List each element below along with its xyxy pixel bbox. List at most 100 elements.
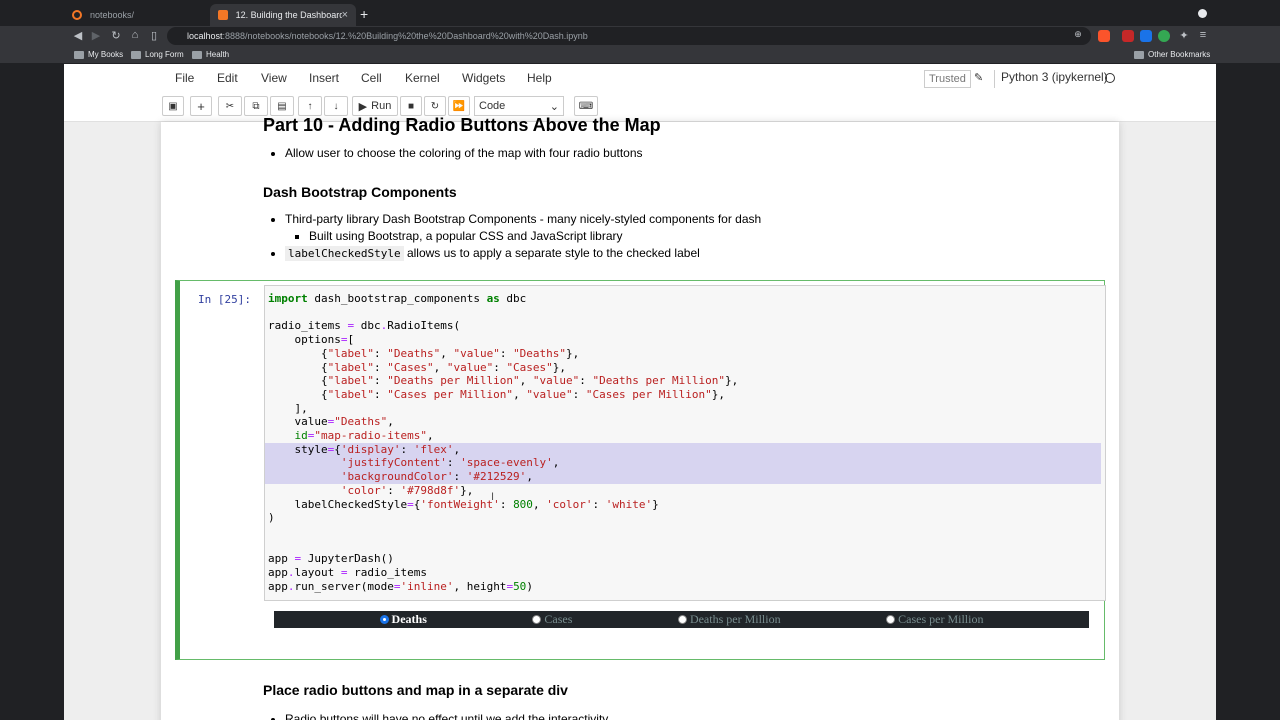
forward-icon[interactable]: ▶ <box>86 29 106 42</box>
bullet-icon <box>271 151 275 156</box>
move-down-button[interactable]: ↓ <box>324 96 348 116</box>
copy-button[interactable]: ⧉ <box>244 96 268 116</box>
radio-cases-per-million[interactable]: Cases per Million <box>886 612 983 627</box>
reload-icon[interactable]: ↻ <box>106 29 126 42</box>
arrow-down-icon: ↓ <box>333 100 339 112</box>
interrupt-button[interactable]: ■ <box>400 96 422 116</box>
bookmark-my-books[interactable]: My Books <box>74 50 123 59</box>
move-up-button[interactable]: ↑ <box>298 96 322 116</box>
url-path: :8888/notebooks/notebooks/12.%20Building… <box>222 31 588 41</box>
menu-kernel[interactable]: Kernel <box>405 71 440 85</box>
restart-icon: ↻ <box>430 100 440 112</box>
tab-title: 12. Building the Dashboard wit <box>235 10 342 20</box>
paste-button[interactable]: ▤ <box>270 96 294 116</box>
radio-label: Cases <box>544 612 573 626</box>
bookmark-long-form[interactable]: Long Form <box>131 50 184 59</box>
radio-label: Deaths <box>391 612 427 626</box>
profile-dot-icon[interactable] <box>1198 9 1207 18</box>
brave-shield-icon[interactable] <box>1098 30 1110 42</box>
close-tab-icon[interactable]: × <box>342 9 348 21</box>
cut-button[interactable]: ✂ <box>218 96 242 116</box>
cell-type-value: Code <box>479 100 506 112</box>
bookmark-icon[interactable]: ▯ <box>144 29 164 42</box>
bookmark-label: Health <box>206 50 230 59</box>
list-item: labelCheckedStyle allows us to apply a s… <box>271 246 700 261</box>
trusted-badge[interactable]: Trusted <box>924 70 971 88</box>
restart-run-all-button[interactable]: ⏩ <box>448 96 470 116</box>
extension-red-icon[interactable] <box>1122 30 1134 42</box>
stop-icon: ■ <box>407 100 415 112</box>
home-icon[interactable]: ⌂ <box>125 29 145 41</box>
notebook-container: Part 10 - Adding Radio Buttons Above the… <box>161 115 1119 720</box>
extension-blue-icon[interactable] <box>1140 30 1152 42</box>
bookmark-label: Long Form <box>145 50 184 59</box>
browser-toolbar: ◀ ▶ ↻ ⌂ ▯ localhost:8888/notebooks/noteb… <box>0 26 1280 46</box>
bullet-text: Third-party library Dash Bootstrap Compo… <box>285 212 762 226</box>
menu-help[interactable]: Help <box>527 71 552 85</box>
bookmark-health[interactable]: Health <box>192 50 229 59</box>
menu-file[interactable]: File <box>175 71 194 85</box>
code-cell[interactable]: In [25]: import dash_bootstrap_component… <box>175 280 1106 660</box>
menu-icon[interactable]: ≡ <box>1193 29 1213 41</box>
address-bar[interactable]: localhost:8888/notebooks/notebooks/12.%2… <box>167 27 1091 45</box>
run-button[interactable]: ▶ Run <box>352 96 398 116</box>
insert-cell-button[interactable]: + <box>190 96 212 116</box>
code-editor[interactable]: import dash_bootstrap_components as dbc … <box>264 285 1106 601</box>
menu-view[interactable]: View <box>261 71 287 85</box>
edit-pencil-icon[interactable]: ✎ <box>974 71 983 84</box>
plus-icon: + <box>197 98 205 114</box>
command-palette-button[interactable]: ⌨ <box>574 96 598 116</box>
arrow-up-icon: ↑ <box>307 100 313 112</box>
zoom-icon[interactable]: ⊕ <box>1068 29 1088 40</box>
radio-unchecked-icon <box>532 615 542 624</box>
dbc-heading: Dash Bootstrap Components <box>263 184 457 200</box>
square-bullet-icon <box>295 234 299 239</box>
list-item: Built using Bootstrap, a popular CSS and… <box>295 229 623 243</box>
extensions-puzzle-icon[interactable]: ✦ <box>1174 29 1194 42</box>
bookmark-other[interactable]: Other Bookmarks <box>1134 50 1210 59</box>
bullet-icon <box>271 251 275 256</box>
back-icon[interactable]: ◀ <box>68 29 88 42</box>
menu-widgets[interactable]: Widgets <box>462 71 505 85</box>
keyboard-icon: ⌨ <box>578 100 594 112</box>
menu-edit[interactable]: Edit <box>217 71 238 85</box>
save-button[interactable]: ▣ <box>162 96 184 116</box>
chevron-down-icon: ⌄ <box>549 101 559 113</box>
bookmark-label: Other Bookmarks <box>1148 50 1211 59</box>
inline-code: labelCheckedStyle <box>285 246 404 261</box>
browser-tab-dashboard[interactable]: 12. Building the Dashboard wit × <box>210 4 356 26</box>
part-heading: Part 10 - Adding Radio Buttons Above the… <box>263 115 661 135</box>
list-item: Radio buttons will have no effect until … <box>271 712 608 720</box>
code-text: import dash_bootstrap_components as dbc … <box>268 292 739 593</box>
jupyter-menubar: File Edit View Insert Cell Kernel Widget… <box>64 64 1216 92</box>
restart-button[interactable]: ↻ <box>424 96 446 116</box>
cell-prompt: In [25]: <box>198 293 251 306</box>
browser-tab-notebooks[interactable]: notebooks/ <box>64 4 210 26</box>
folder-icon <box>1134 50 1144 59</box>
kernel-name[interactable]: Python 3 (ipykernel) <box>994 70 1108 88</box>
extension-green-icon[interactable] <box>1158 30 1170 42</box>
radio-deaths-per-million[interactable]: Deaths per Million <box>677 612 781 627</box>
radio-deaths[interactable]: Deaths <box>379 612 427 627</box>
bullet-text: Radio buttons will have no effect until … <box>285 712 609 720</box>
menu-cell[interactable]: Cell <box>361 71 382 85</box>
jupyter-favicon-icon <box>72 10 82 20</box>
notebook-favicon-icon <box>218 10 228 20</box>
save-icon: ▣ <box>168 100 178 112</box>
bookmarks-bar: My Books Long Form Health Other Bookmark… <box>0 46 1280 64</box>
scissors-icon: ✂ <box>225 100 235 112</box>
folder-icon <box>192 50 202 59</box>
new-tab-icon[interactable]: + <box>360 6 368 22</box>
bookmark-label: My Books <box>88 50 124 59</box>
url-host: localhost <box>187 31 223 41</box>
radio-items-output: Deaths Cases Deaths per Million Cases pe… <box>274 611 1089 628</box>
fast-forward-icon: ⏩ <box>452 100 466 112</box>
radio-cases[interactable]: Cases <box>532 612 572 627</box>
menu-insert[interactable]: Insert <box>309 71 339 85</box>
cell-type-select[interactable]: Code ⌄ <box>474 96 564 116</box>
text-cursor-icon: I <box>491 491 495 503</box>
bullet-text: Built using Bootstrap, a popular CSS and… <box>309 229 623 243</box>
place-heading: Place radio buttons and map in a separat… <box>263 682 568 698</box>
kernel-idle-icon <box>1105 73 1115 83</box>
jupyter-page: File Edit View Insert Cell Kernel Widget… <box>64 64 1216 720</box>
